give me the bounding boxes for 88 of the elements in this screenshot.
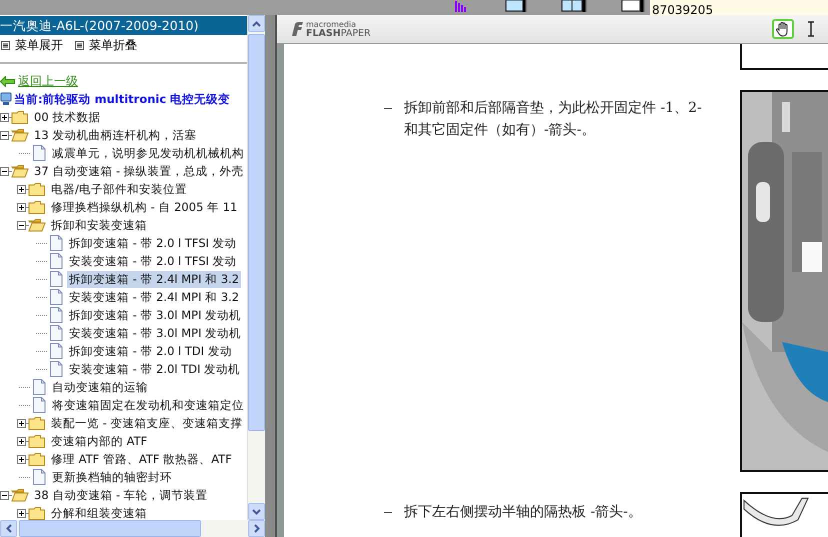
collapse-icon[interactable] bbox=[0, 490, 9, 500]
document-icon bbox=[49, 235, 63, 251]
tree-item[interactable]: 拆卸变速箱 - 带 3.0l MPI 发动机 bbox=[67, 306, 244, 324]
document-icon bbox=[32, 145, 46, 161]
vertical-scrollbar[interactable] bbox=[247, 15, 265, 520]
tree-item[interactable]: 修理 ATF 管路、ATF 散热器、ATF bbox=[49, 450, 234, 468]
tree-item[interactable]: 拆卸变速箱 - 带 2.0 l TDI 发动 bbox=[67, 342, 234, 360]
open-folder-icon bbox=[11, 488, 29, 502]
list-icon bbox=[75, 41, 84, 50]
step-text: 拆卸前部和后部隔音垫，为此松开固定件 -1、2- 和其它固定件（如有）-箭头-。 bbox=[404, 99, 703, 140]
scroll-right-button[interactable] bbox=[248, 520, 265, 537]
text-cursor-icon bbox=[807, 21, 815, 37]
menu-link[interactable]: 菜单折叠 bbox=[89, 37, 137, 54]
page-icon[interactable] bbox=[561, 0, 587, 12]
open-folder-icon bbox=[11, 164, 29, 178]
horizontal-scrollbar[interactable] bbox=[0, 520, 265, 537]
logo-title: FLASHPAPER bbox=[306, 29, 371, 38]
document-icon bbox=[32, 469, 46, 485]
page-icon[interactable] bbox=[505, 0, 527, 12]
caret-down-icon bbox=[252, 508, 261, 514]
expand-icon[interactable] bbox=[17, 184, 26, 194]
document-icon bbox=[49, 307, 63, 323]
collapse-icon[interactable] bbox=[17, 220, 26, 230]
document-icon bbox=[49, 289, 63, 305]
scroll-up-button[interactable] bbox=[248, 15, 265, 32]
folder-icon bbox=[28, 506, 46, 520]
logo-subtitle: macromedia bbox=[306, 20, 358, 29]
document-icon bbox=[32, 397, 46, 413]
expand-icon[interactable] bbox=[17, 436, 26, 446]
tree-item[interactable]: 安装变速箱 - 带 3.0l MPI 发动机 bbox=[67, 324, 244, 342]
tree-item[interactable]: 安装变速箱 - 带 2.0l TDI 发动机 bbox=[67, 360, 242, 378]
open-folder-icon bbox=[11, 128, 29, 142]
tree-item[interactable]: 13 发动机曲柄连杆机构，活塞 bbox=[32, 126, 198, 144]
tree-item[interactable]: 37 自动变速箱 - 操纵装置，总成，外壳 bbox=[32, 162, 246, 180]
scroll-thumb[interactable] bbox=[248, 34, 265, 431]
tree-item[interactable]: 变速箱内部的 ATF bbox=[49, 432, 150, 450]
caret-right-icon bbox=[254, 524, 260, 533]
tree-item[interactable]: 自动变速箱的运输 bbox=[50, 378, 150, 396]
document-icon bbox=[49, 343, 63, 359]
tree-item[interactable]: 安装变速箱 - 带 2.0 l TFSI 发动 bbox=[67, 252, 239, 270]
back-link[interactable]: 返回上一级 bbox=[18, 72, 78, 90]
document-icon bbox=[49, 271, 63, 287]
scroll-left-button[interactable] bbox=[0, 520, 17, 537]
tree-item[interactable]: 减震单元，说明参见发动机机械机构 bbox=[50, 144, 246, 162]
back-arrow-icon bbox=[0, 76, 15, 86]
open-folder-icon bbox=[28, 218, 46, 232]
tree-item[interactable]: 将变速箱固定在发动机和变速箱定位 bbox=[50, 396, 246, 414]
expand-icon[interactable] bbox=[17, 454, 26, 464]
page-icon[interactable] bbox=[621, 0, 645, 12]
document-icon bbox=[49, 325, 63, 341]
folder-icon bbox=[28, 452, 46, 466]
tree-item[interactable]: 更新换档轴的轴密封环 bbox=[50, 468, 174, 486]
step-text: 拆下左右侧摆动半轴的隔热板 -箭头-。 bbox=[404, 503, 642, 522]
tree-item[interactable]: 拆卸变速箱 - 带 2.0 l TFSI 发动 bbox=[67, 234, 239, 252]
collapse-icon[interactable] bbox=[0, 130, 9, 140]
caret-up-icon bbox=[252, 20, 261, 26]
tree-item[interactable]: 修理换档操纵机构 - 自 2005 年 11 bbox=[49, 198, 240, 216]
document-icon bbox=[49, 253, 63, 269]
folder-icon bbox=[11, 110, 29, 124]
current-location: 当前:前轮驱动 multitronic 电控无级变 bbox=[14, 92, 230, 106]
tree-item[interactable]: 电器/电子部件和安装位置 bbox=[49, 180, 189, 198]
tree-item[interactable]: 00 技术数据 bbox=[32, 108, 102, 126]
hand-tool-button[interactable] bbox=[772, 19, 794, 39]
scroll-down-button[interactable] bbox=[248, 503, 265, 520]
logo-icon bbox=[289, 21, 305, 37]
scroll-thumb[interactable] bbox=[19, 520, 201, 537]
collapse-icon[interactable] bbox=[0, 166, 9, 176]
tree-item[interactable]: 安装变速箱 - 带 2.4l MPI 和 3.2 bbox=[67, 288, 242, 306]
expand-icon[interactable] bbox=[17, 418, 26, 428]
sidebar-title: 一汽奥迪-A6L-(2007-2009-2010) bbox=[0, 16, 247, 35]
folder-icon bbox=[28, 416, 46, 430]
document-icon bbox=[32, 379, 46, 395]
tree-item[interactable]: 拆卸和安装变速箱 bbox=[49, 216, 149, 234]
code-number: 87039205 bbox=[652, 4, 714, 15]
folder-icon bbox=[28, 434, 46, 448]
menu-link[interactable]: 菜单展开 bbox=[15, 37, 63, 54]
tree-item[interactable]: 装配一览 - 变速箱支座、变速箱支撑 bbox=[49, 414, 244, 432]
tree-item[interactable]: 分解和组装变速箱 bbox=[49, 504, 149, 520]
folder-icon bbox=[28, 182, 46, 196]
document-icon bbox=[49, 361, 63, 377]
tree-item[interactable]: 拆卸变速箱 - 带 2.4l MPI 和 3.2 bbox=[67, 270, 242, 288]
caret-left-icon bbox=[6, 524, 12, 533]
tree-item[interactable]: 38 自动变速箱 - 车轮，调节装置 bbox=[32, 486, 210, 504]
expand-icon[interactable] bbox=[17, 202, 26, 212]
expand-icon[interactable] bbox=[0, 112, 9, 122]
expand-icon[interactable] bbox=[17, 508, 26, 518]
folder-icon bbox=[28, 200, 46, 214]
computer-icon bbox=[0, 92, 12, 106]
